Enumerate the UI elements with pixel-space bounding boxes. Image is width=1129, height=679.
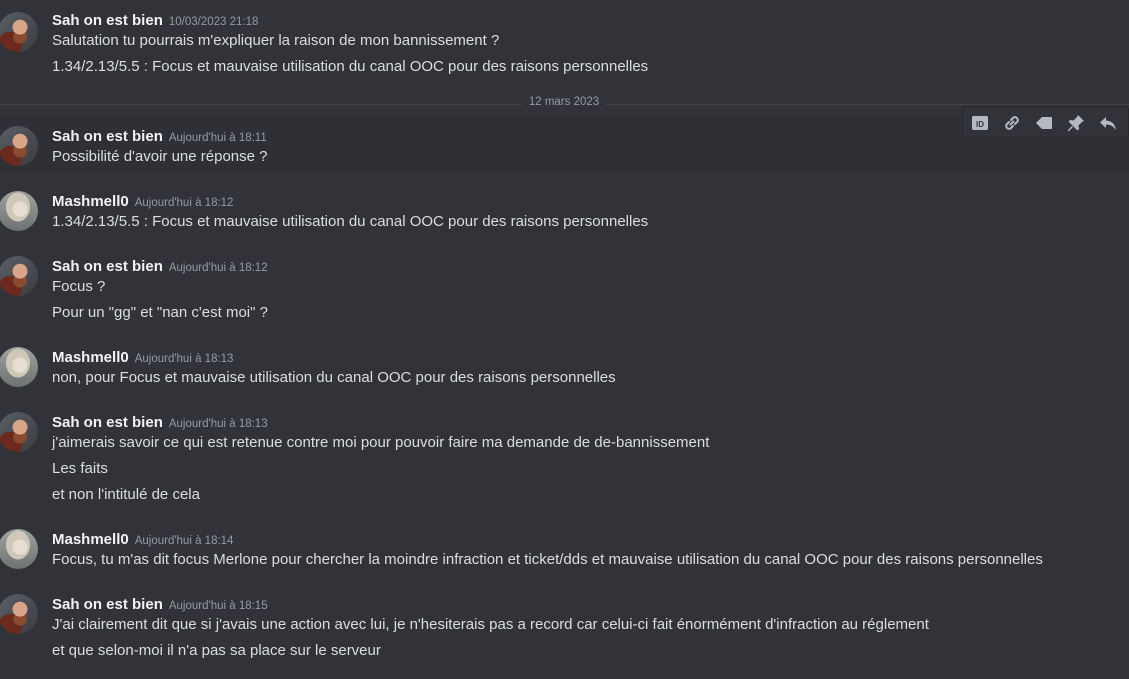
avatar[interactable] — [0, 256, 38, 296]
avatar[interactable] — [0, 347, 38, 387]
svg-text:ID: ID — [976, 120, 984, 129]
message-header: Sah on est bien Aujourd'hui à 18:15 — [52, 594, 268, 614]
message-text: et que selon-moi il n'a pas sa place sur… — [52, 642, 381, 659]
message-text: Focus ? — [52, 278, 106, 295]
message-header: Mashmell0 Aujourd'hui à 18:14 — [52, 529, 233, 549]
message-text: et non l'intitulé de cela — [52, 486, 200, 503]
author-name[interactable]: Sah on est bien — [52, 128, 163, 145]
avatar[interactable] — [0, 594, 38, 634]
message-text: 1.34/2.13/5.5 : Focus et mauvaise utilis… — [52, 213, 649, 230]
avatar[interactable] — [0, 529, 38, 569]
avatar[interactable] — [0, 191, 38, 231]
message-text: Possibilité d'avoir une réponse ? — [52, 148, 268, 165]
timestamp: Aujourd'hui à 18:11 — [168, 132, 267, 144]
message-header: Sah on est bien 10/03/2023 21:18 — [52, 10, 258, 30]
timestamp: Aujourd'hui à 18:13 — [168, 418, 268, 430]
author-name[interactable]: Mashmell0 — [52, 531, 129, 548]
link-icon[interactable] — [1001, 112, 1023, 134]
reply-icon[interactable] — [1097, 112, 1119, 134]
message-text: 1.34/2.13/5.5 : Focus et mauvaise utilis… — [52, 58, 649, 75]
timestamp: Aujourd'hui à 18:14 — [134, 535, 234, 547]
message-header: Mashmell0 Aujourd'hui à 18:12 — [52, 191, 233, 211]
author-name[interactable]: Sah on est bien — [52, 596, 163, 613]
author-name[interactable]: Sah on est bien — [52, 12, 163, 29]
timestamp: Aujourd'hui à 18:15 — [168, 600, 268, 612]
tag-icon[interactable] — [1033, 112, 1055, 134]
timestamp: Aujourd'hui à 18:12 — [134, 197, 234, 209]
pin-icon[interactable] — [1065, 112, 1087, 134]
message-actions-toolbar: ID — [962, 106, 1129, 138]
message-text: J'ai clairement dit que si j'avais une a… — [52, 616, 929, 633]
message-text: Pour un "gg" et "nan c'est moi" ? — [52, 304, 268, 321]
avatar[interactable] — [0, 12, 38, 52]
date-divider-label: 12 mars 2023 — [522, 96, 606, 108]
timestamp: Aujourd'hui à 18:12 — [168, 262, 268, 274]
id-icon[interactable]: ID — [969, 112, 991, 134]
message-text: j'aimerais savoir ce qui est retenue con… — [52, 434, 710, 451]
author-name[interactable]: Mashmell0 — [52, 193, 129, 210]
message-header: Sah on est bien Aujourd'hui à 18:11 — [52, 126, 267, 146]
message-header: Mashmell0 Aujourd'hui à 18:13 — [52, 347, 233, 367]
message-header: Sah on est bien Aujourd'hui à 18:13 — [52, 412, 268, 432]
message-list: Sah on est bien 10/03/2023 21:18 Salutati… — [0, 0, 1129, 679]
author-name[interactable]: Mashmell0 — [52, 349, 129, 366]
message-text: Salutation tu pourrais m'expliquer la ra… — [52, 32, 500, 49]
author-name[interactable]: Sah on est bien — [52, 414, 163, 431]
timestamp: 10/03/2023 21:18 — [168, 16, 259, 28]
author-name[interactable]: Sah on est bien — [52, 258, 163, 275]
avatar[interactable] — [0, 412, 38, 452]
message-header: Sah on est bien Aujourd'hui à 18:12 — [52, 256, 268, 276]
timestamp: Aujourd'hui à 18:13 — [134, 353, 234, 365]
message-text: non, pour Focus et mauvaise utilisation … — [52, 369, 616, 386]
message-text: Focus, tu m'as dit focus Merlone pour ch… — [52, 551, 1043, 568]
message-text: Les faits — [52, 460, 108, 477]
